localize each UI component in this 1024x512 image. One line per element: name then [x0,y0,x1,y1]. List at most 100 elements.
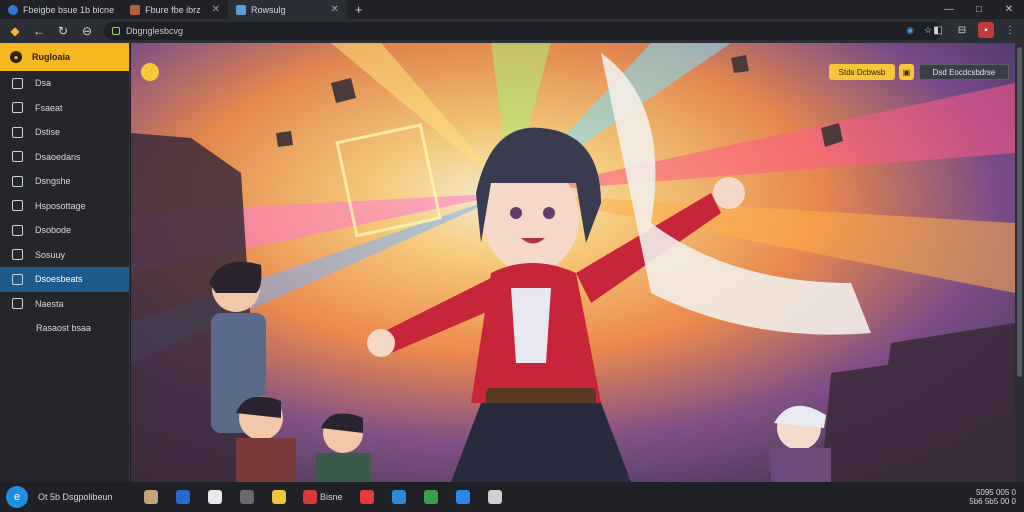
tray-date: 5b6 5b5 00 0 [969,497,1016,506]
taskbar-app-0[interactable] [140,486,162,508]
tab-label: Fbeigbe bsue 1b bicne [23,4,115,15]
sidebar-item-2[interactable]: Dstise [0,120,129,145]
tab-label: Rowsulg [251,4,286,15]
lock-icon [112,27,120,35]
sidebar-item-label: Dsobode [35,225,72,236]
sidebar-item-10[interactable]: Rasaost bsaa [0,316,129,341]
globe-icon [12,298,23,310]
scrollbar-thumb[interactable] [1017,47,1022,377]
app-icon [208,490,222,504]
taskbar-app-9[interactable] [452,486,474,508]
page-favicon-icon [130,4,141,15]
square-icon [12,102,23,114]
taskbar-app-3[interactable] [236,486,258,508]
back-button[interactable]: ← [30,22,48,40]
system-tray-clock[interactable]: 5095 005 0 5b6 5b5 00 0 [969,488,1016,506]
secondary-action-button[interactable]: Dsd Eocdcsbdrse [919,64,1009,80]
app-icon [240,490,254,504]
primary-action-button[interactable]: Stds Dcbwsb [829,64,895,80]
sidebar-item-label: Dsaoedans [35,151,81,162]
sidebar-item-label: Dsa [35,78,52,89]
square-icon [12,249,23,261]
taskbar-app-1[interactable] [172,486,194,508]
sidebar-item-label: Rasaost bsaa [36,323,92,334]
browser-favicon-icon [8,4,18,15]
maximize-button[interactable]: □ [964,0,994,19]
taskbar-app-5[interactable]: Bisne [300,486,346,508]
home-icon[interactable]: ⊖ [78,22,96,40]
gear-icon [12,200,23,212]
sidebar-item-9[interactable]: Naesta [0,292,129,317]
menu-icon[interactable]: ⋮ [1002,22,1018,38]
page-favicon-icon [236,4,246,15]
taskbar-app-4[interactable] [268,486,290,508]
sidebar-item-7[interactable]: Sosuuy [0,243,129,268]
extension-icon[interactable]: ▪ [978,22,994,38]
reload-button[interactable]: ↻ [54,22,72,40]
sidebar-header-label: Rugloaia [32,52,71,62]
extensions-icon[interactable]: ◆ [6,22,24,40]
main-content: ⚡ Stds Dcbwsb ▣ Dsd Eocdcsbdrse [131,43,1015,482]
app-icon [272,490,286,504]
profile-icon[interactable]: ◧ [930,22,946,38]
url-text: Dbgnglesbcvg [126,26,184,36]
page-icon [12,224,23,236]
new-tab-button[interactable]: + [347,2,371,17]
app-icon [303,490,317,504]
taskbar: e Ot 5b Dsgpolibeun Bisne 5095 005 0 5b6… [0,482,1024,512]
app-logo-icon: ● [10,51,22,63]
close-tab-icon[interactable]: ✕ [331,4,339,15]
taskbar-app-8[interactable] [420,486,442,508]
close-tab-icon[interactable]: ✕ [212,4,220,15]
sidebar-item-label: Dstise [35,127,61,138]
address-bar[interactable]: Dbgnglesbcvg ◉ ☆ [104,22,942,40]
toggle-icon[interactable]: ▣ [899,64,914,80]
taskbar-app-2[interactable] [204,486,226,508]
app-icon [144,490,158,504]
tag-icon [12,175,23,187]
taskbar-app-10[interactable] [484,486,506,508]
list-icon [12,126,23,138]
sidebar-header[interactable]: ● Rugloaia [0,43,129,71]
tab-1[interactable]: Fbure fbe ibrz ✕ [122,0,228,19]
sidebar-item-4[interactable]: Dsngshe [0,169,129,194]
sidebar-item-8[interactable]: Dsoesbeats [0,267,129,292]
sidebar-item-label: Dsngshe [35,176,71,187]
minimize-button[interactable]: — [934,0,964,19]
taskbar-apps: Bisne [140,486,506,508]
window-controls: — □ ✕ [934,0,1024,19]
taskbar-app-label: Bisne [320,492,343,502]
app-icon [359,490,374,504]
sidebar-item-label: Naesta [35,298,64,309]
downloads-icon[interactable]: ⊟ [954,22,970,38]
start-button[interactable]: e [6,486,28,508]
tab-2[interactable]: Rowsulg ✕ [228,0,347,19]
app-icon [423,490,438,504]
anime-artwork-image [131,43,1015,482]
sidebar-item-0[interactable]: Dsa [0,71,129,96]
app-icon [176,490,190,504]
sidebar-item-3[interactable]: Dsaoedans [0,145,129,170]
shield-icon[interactable]: ◉ [904,24,916,36]
sidebar-item-5[interactable]: Hsposottage [0,194,129,219]
panel-icon [12,273,23,285]
sidebar: ● Rugloaia Dsa Fsaeat Dstise Dsaoedans Dsngs… [0,43,130,482]
sidebar-item-6[interactable]: Dsobode [0,218,129,243]
scrollbar[interactable] [1015,43,1024,482]
square-icon [12,77,23,89]
tray-time: 5095 005 0 [975,488,1016,497]
sidebar-item-1[interactable]: Fsaeat [0,96,129,121]
sidebar-item-label: Fsaeat [35,102,63,113]
taskbar-search[interactable]: Ot 5b Dsgpolibeun [38,492,113,502]
tab-label: Fbure fbe ibrz [145,4,201,15]
toolbar-right: ◧ ⊟ ▪ ⋮ [930,22,1018,38]
browser-toolbar: ◆ ← ↻ ⊖ Dbgnglesbcvg ◉ ☆ ◧ ⊟ ▪ ⋮ [0,19,1024,43]
taskbar-app-6[interactable] [356,486,378,508]
tab-0[interactable]: Fbeigbe bsue 1b bicne [0,0,122,19]
taskbar-app-7[interactable] [388,486,410,508]
app-icon [455,490,470,504]
sidebar-item-label: Sosuuy [35,249,66,260]
sidebar-item-label: Dsoesbeats [35,274,83,285]
notification-badge-icon[interactable]: ⚡ [141,63,159,81]
close-window-button[interactable]: ✕ [994,0,1024,19]
